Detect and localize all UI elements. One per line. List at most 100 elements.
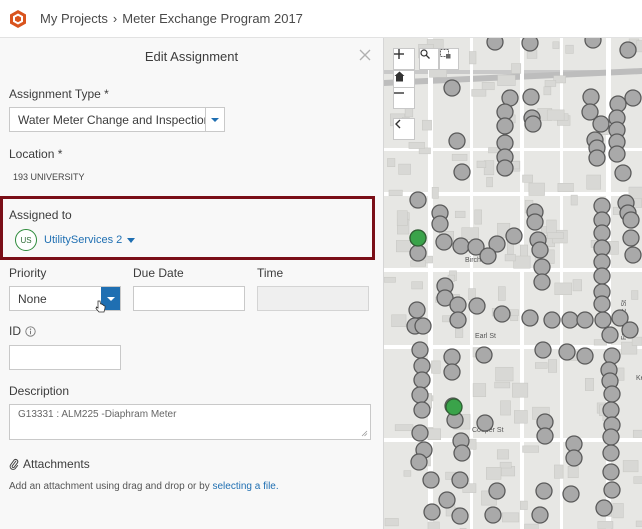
meter-point[interactable]: [619, 41, 637, 59]
meter-point[interactable]: [531, 506, 549, 524]
meter-point[interactable]: [484, 506, 502, 524]
meter-point[interactable]: [602, 444, 620, 462]
meter-point[interactable]: [496, 117, 514, 135]
meter-point[interactable]: [468, 297, 486, 315]
meter-point[interactable]: [496, 159, 514, 177]
meter-point[interactable]: [561, 311, 579, 329]
meter-point[interactable]: [413, 371, 431, 389]
meter-point[interactable]: [410, 453, 428, 471]
meter-point[interactable]: [582, 88, 600, 106]
meter-point-selected[interactable]: [409, 229, 427, 247]
due-date-input[interactable]: [133, 286, 245, 311]
meter-point[interactable]: [576, 311, 594, 329]
meter-point[interactable]: [535, 482, 553, 500]
resize-handle-icon[interactable]: [361, 430, 368, 437]
meter-point[interactable]: [593, 295, 611, 313]
meter-point[interactable]: [448, 132, 466, 150]
meter-point[interactable]: [531, 241, 549, 259]
meter-point[interactable]: [443, 79, 461, 97]
meter-point[interactable]: [534, 341, 552, 359]
meter-point[interactable]: [602, 401, 620, 419]
meter-point[interactable]: [493, 305, 511, 323]
info-icon[interactable]: [25, 325, 36, 337]
meter-point[interactable]: [603, 481, 621, 499]
meter-point[interactable]: [479, 247, 497, 265]
meter-point[interactable]: [622, 229, 640, 247]
meter-point[interactable]: [576, 347, 594, 365]
meter-point[interactable]: [562, 485, 580, 503]
meter-point[interactable]: [411, 424, 429, 442]
meter-point[interactable]: [533, 258, 551, 276]
meter-point[interactable]: [443, 348, 461, 366]
meter-point[interactable]: [608, 145, 626, 163]
meter-point[interactable]: [443, 363, 461, 381]
meter-point[interactable]: [622, 211, 640, 229]
meter-point[interactable]: [584, 38, 602, 49]
meter-point[interactable]: [595, 499, 613, 517]
meter-point[interactable]: [409, 191, 427, 209]
meter-point[interactable]: [449, 311, 467, 329]
meter-point[interactable]: [565, 449, 583, 467]
meter-point[interactable]: [453, 444, 471, 462]
meter-point[interactable]: [524, 115, 542, 133]
meter-point[interactable]: [603, 385, 621, 403]
meter-point[interactable]: [621, 321, 639, 339]
meter-point[interactable]: [413, 401, 431, 419]
meter-point[interactable]: [593, 224, 611, 242]
meter-point[interactable]: [422, 471, 440, 489]
meter-point[interactable]: [522, 88, 540, 106]
select-area-button[interactable]: [439, 48, 459, 70]
map-search-button[interactable]: [419, 48, 439, 70]
assignment-type-select[interactable]: Water Meter Change and Inspection: [9, 107, 225, 132]
meter-point[interactable]: [449, 296, 467, 314]
meter-point[interactable]: [588, 149, 606, 167]
meter-point[interactable]: [594, 311, 612, 329]
meter-point[interactable]: [488, 482, 506, 500]
meter-point[interactable]: [435, 233, 453, 251]
meter-point[interactable]: [414, 317, 432, 335]
meter-point[interactable]: [438, 491, 456, 509]
id-input[interactable]: [9, 345, 121, 370]
meter-point[interactable]: [409, 244, 427, 262]
collapse-panel-button[interactable]: [393, 118, 415, 140]
meter-point[interactable]: [476, 414, 494, 432]
assignment-type-dropdown[interactable]: [205, 108, 224, 131]
meter-point-selected[interactable]: [445, 398, 463, 416]
meter-point[interactable]: [602, 428, 620, 446]
meter-point[interactable]: [423, 503, 441, 521]
meter-point[interactable]: [486, 38, 504, 51]
breadcrumb-my-projects[interactable]: My Projects: [40, 11, 108, 26]
meter-point[interactable]: [408, 301, 426, 319]
meter-point[interactable]: [526, 213, 544, 231]
meter-point[interactable]: [543, 311, 561, 329]
map-view[interactable]: Birch AvEarl StCouper StFrontenac StKe: [384, 38, 642, 529]
meter-point[interactable]: [593, 267, 611, 285]
assignee-dropdown[interactable]: UtilityServices 2: [44, 234, 136, 246]
meter-point[interactable]: [451, 507, 469, 525]
meter-point[interactable]: [602, 463, 620, 481]
meter-point[interactable]: [411, 341, 429, 359]
meter-point[interactable]: [592, 115, 610, 133]
meter-point[interactable]: [624, 246, 642, 264]
select-file-link[interactable]: selecting a file.: [212, 481, 278, 492]
meter-point[interactable]: [521, 38, 539, 52]
zoom-in-button[interactable]: [393, 48, 415, 70]
meter-point[interactable]: [505, 227, 523, 245]
meter-point[interactable]: [601, 326, 619, 344]
meter-point[interactable]: [475, 346, 493, 364]
zoom-out-button[interactable]: [393, 87, 415, 109]
meter-point[interactable]: [451, 471, 469, 489]
map-canvas[interactable]: Birch AvEarl StCouper StFrontenac StKe: [384, 38, 642, 529]
meter-point[interactable]: [614, 164, 632, 182]
breadcrumb-project[interactable]: Meter Exchange Program 2017: [122, 11, 303, 26]
meter-point[interactable]: [533, 273, 551, 291]
meter-point[interactable]: [624, 89, 642, 107]
description-textarea[interactable]: G13331 : ALM225 -Diaphram Meter: [9, 404, 371, 440]
meter-point[interactable]: [431, 215, 449, 233]
meter-point[interactable]: [521, 309, 539, 327]
meter-point[interactable]: [452, 237, 470, 255]
meter-point[interactable]: [411, 386, 429, 404]
app-logo-icon[interactable]: [8, 9, 28, 29]
meter-point[interactable]: [536, 427, 554, 445]
meter-point[interactable]: [558, 343, 576, 361]
